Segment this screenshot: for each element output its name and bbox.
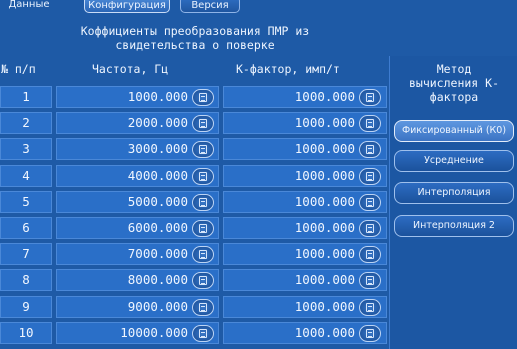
frequency-field[interactable]: 8000.000 (56, 269, 219, 291)
page-title-line1: Коффициенты преобразования ПМР из (80, 24, 310, 38)
frequency-field[interactable]: 10000.000 (56, 322, 219, 344)
row-number: 9 (0, 296, 52, 318)
k-factor-value: 1000.000 (294, 168, 355, 183)
k-factor-value: 1000.000 (294, 141, 355, 156)
row-number: 7 (0, 243, 52, 265)
keypad-icon[interactable] (192, 194, 214, 211)
keypad-icon[interactable] (192, 141, 214, 158)
frequency-field[interactable]: 4000.000 (56, 165, 219, 187)
keypad-icon[interactable] (359, 194, 381, 211)
header-num: № п/п (1, 62, 36, 76)
keypad-icon[interactable] (192, 168, 214, 185)
header-frequency: Частота, Гц (92, 62, 169, 76)
k-factor-value: 1000.000 (294, 194, 355, 209)
row-number: 3 (0, 138, 52, 160)
keypad-icon[interactable] (359, 246, 381, 263)
row-number: 1 (0, 86, 52, 108)
keypad-icon[interactable] (192, 89, 214, 106)
frequency-value: 2000.000 (127, 115, 188, 130)
page-title-line2: свидетельства о поверке (115, 38, 275, 52)
k-factor-field[interactable]: 1000.000 (223, 165, 387, 187)
frequency-value: 4000.000 (127, 168, 188, 183)
k-factor-value: 1000.000 (294, 220, 355, 235)
tab-data[interactable]: Данные (4, 0, 54, 13)
table-row: 3 3000.000 1000.000 (0, 138, 390, 160)
keypad-icon[interactable] (359, 325, 381, 342)
k-factor-field[interactable]: 1000.000 (223, 138, 387, 160)
table-row: 4 4000.000 1000.000 (0, 165, 390, 187)
frequency-field[interactable]: 2000.000 (56, 112, 219, 134)
frequency-value: 1000.000 (127, 89, 188, 104)
header-k-factor: К-фактор, имп/т (236, 62, 340, 76)
frequency-value: 9000.000 (127, 299, 188, 314)
method-averaging-button[interactable]: Усреднение (394, 150, 514, 172)
row-number: 2 (0, 112, 52, 134)
keypad-icon[interactable] (359, 220, 381, 237)
keypad-icon[interactable] (192, 299, 214, 316)
k-factor-field[interactable]: 1000.000 (223, 322, 387, 344)
k-factor-value: 1000.000 (294, 89, 355, 104)
keypad-icon[interactable] (359, 272, 381, 289)
k-factor-field[interactable]: 1000.000 (223, 269, 387, 291)
frequency-field[interactable]: 6000.000 (56, 217, 219, 239)
frequency-value: 3000.000 (127, 141, 188, 156)
k-factor-field[interactable]: 1000.000 (223, 112, 387, 134)
row-number: 5 (0, 191, 52, 213)
frequency-value: 10000.000 (120, 325, 188, 340)
method-panel: Метод вычисления К- фактора Фиксированны… (389, 56, 517, 349)
k-factor-value: 1000.000 (294, 299, 355, 314)
table-row: 5 5000.000 1000.000 (0, 191, 390, 213)
frequency-value: 7000.000 (127, 246, 188, 261)
keypad-icon[interactable] (359, 89, 381, 106)
table-row: 8 8000.000 1000.000 (0, 269, 390, 291)
table-row: 2 2000.000 1000.000 (0, 112, 390, 134)
k-factor-value: 1000.000 (294, 246, 355, 261)
k-factor-value: 1000.000 (294, 272, 355, 287)
table-row: 7 7000.000 1000.000 (0, 243, 390, 265)
k-factor-field[interactable]: 1000.000 (223, 191, 387, 213)
keypad-icon[interactable] (192, 220, 214, 237)
tab-configuration[interactable]: Конфигурация (84, 0, 170, 13)
k-factor-field[interactable]: 1000.000 (223, 243, 387, 265)
method-title-line2: вычисления К- (408, 76, 499, 90)
frequency-field[interactable]: 1000.000 (56, 86, 219, 108)
keypad-icon[interactable] (359, 299, 381, 316)
row-number: 8 (0, 269, 52, 291)
row-number: 4 (0, 165, 52, 187)
top-tabbar: Данные Конфигурация Версия (0, 0, 517, 16)
frequency-field[interactable]: 3000.000 (56, 138, 219, 160)
method-title-line1: Метод (436, 62, 472, 76)
k-factor-field[interactable]: 1000.000 (223, 217, 387, 239)
method-title-line3: фактора (429, 90, 479, 104)
method-fixed-button[interactable]: Фиксированный (К0) (394, 120, 514, 142)
frequency-field[interactable]: 7000.000 (56, 243, 219, 265)
keypad-icon[interactable] (359, 168, 381, 185)
tab-version[interactable]: Версия (180, 0, 240, 13)
frequency-field[interactable]: 9000.000 (56, 296, 219, 318)
page-title: Коффициенты преобразования ПМР из свидет… (0, 24, 390, 52)
method-panel-title: Метод вычисления К- фактора (390, 62, 517, 104)
table-row: 10 10000.000 1000.000 (0, 322, 390, 344)
keypad-icon[interactable] (192, 272, 214, 289)
frequency-value: 8000.000 (127, 272, 188, 287)
k-factor-field[interactable]: 1000.000 (223, 86, 387, 108)
method-interpolation-button[interactable]: Интерполяция (394, 182, 514, 204)
k-factor-field[interactable]: 1000.000 (223, 296, 387, 318)
row-number: 10 (0, 322, 52, 344)
table-row: 9 9000.000 1000.000 (0, 296, 390, 318)
keypad-icon[interactable] (192, 115, 214, 132)
keypad-icon[interactable] (359, 115, 381, 132)
keypad-icon[interactable] (359, 141, 381, 158)
k-factor-value: 1000.000 (294, 115, 355, 130)
keypad-icon[interactable] (192, 246, 214, 263)
frequency-value: 5000.000 (127, 194, 188, 209)
frequency-value: 6000.000 (127, 220, 188, 235)
frequency-field[interactable]: 5000.000 (56, 191, 219, 213)
row-number: 6 (0, 217, 52, 239)
keypad-icon[interactable] (192, 325, 214, 342)
k-factor-value: 1000.000 (294, 325, 355, 340)
table-row: 1 1000.000 1000.000 (0, 86, 390, 108)
table-row: 6 6000.000 1000.000 (0, 217, 390, 239)
method-interpolation2-button[interactable]: Интерполяция 2 (394, 215, 514, 237)
